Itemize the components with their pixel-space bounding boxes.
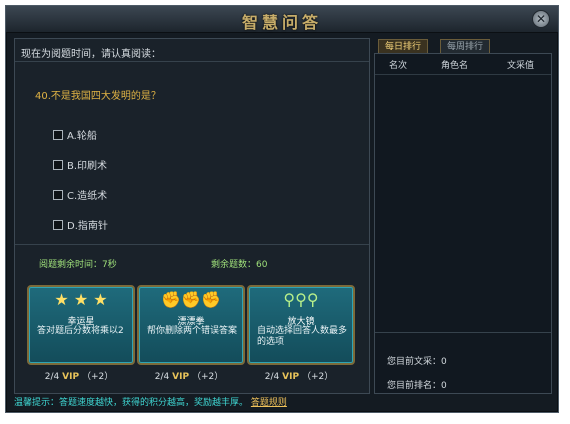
vip-bonus: （+2） [191, 372, 224, 382]
column-score: 文采值 [507, 61, 535, 71]
vip-bonus: （+2） [301, 372, 334, 382]
ranking-table-header: 名次 角色名 文采值 [375, 54, 551, 75]
remaining-label: 剩余题数： [211, 260, 257, 270]
tab-daily-ranking[interactable]: 每日排行 [378, 39, 429, 54]
remaining-value: 60 [256, 260, 268, 270]
ranking-panel: 名次 角色名 文采值 您目前文采：0 您目前排名：0 [374, 53, 552, 394]
vip-count: 2/4 [154, 372, 170, 382]
powerup-vip-count: 2/4 VIP （+2） [27, 369, 131, 382]
reading-time-label: 阅题剩余时间： [39, 260, 103, 270]
option-c-label: C.造纸术 [67, 191, 108, 202]
option-a-label: A.轮船 [67, 131, 97, 142]
powerup-magnifier[interactable]: ⚲⚲⚲ 放大镜 自动选择回答人数最多的选项 [247, 285, 355, 365]
tab-weekly-ranking[interactable]: 每周排行 [440, 39, 491, 54]
quiz-window: 智慧问答 ✕ 现在为阅题时间，请认真阅读： 40.不是我国四大发明的是？ A.轮… [5, 5, 559, 413]
my-score-label: 您目前文采： [387, 357, 442, 367]
star-icon: ★ ★ ★ [54, 290, 108, 309]
option-b[interactable]: B.印刷术 [53, 157, 107, 172]
powerup-vip-count: 2/4 VIP （+2） [247, 369, 351, 382]
vip-bonus: （+2） [81, 372, 114, 382]
option-d-checkbox[interactable] [53, 219, 63, 230]
quiz-rules-link[interactable]: 答题规则 [251, 398, 287, 408]
option-d-label: D.指南针 [67, 221, 108, 232]
my-score-value: 0 [441, 357, 447, 367]
option-b-checkbox[interactable] [53, 159, 63, 170]
column-rank: 名次 [389, 61, 408, 71]
close-button[interactable]: ✕ [532, 10, 550, 28]
powerup-lucky-star[interactable]: ★ ★ ★ 幸运星 答对题后分数将乘以2 [27, 285, 135, 365]
vip-count: 2/4 [44, 372, 60, 382]
my-rank-value: 0 [441, 381, 447, 391]
vip-count: 2/4 [264, 372, 280, 382]
option-a[interactable]: A.轮船 [53, 127, 97, 142]
vip-label: VIP [172, 372, 190, 382]
option-c[interactable]: C.造纸术 [53, 187, 107, 202]
my-rank-label: 您目前排名： [387, 381, 442, 391]
title-bar: 智慧问答 ✕ [6, 6, 558, 33]
reading-time-left: 阅题剩余时间：7秒 [39, 257, 117, 270]
question-panel: 现在为阅题时间，请认真阅读： 40.不是我国四大发明的是？ A.轮船 B.印刷术… [14, 38, 370, 394]
tip-text: 温馨提示：答题速度越快，获得的积分越高，奖励越丰厚。 [14, 398, 249, 408]
option-d[interactable]: D.指南针 [53, 217, 108, 232]
divider [15, 244, 369, 245]
vip-label: VIP [62, 372, 80, 382]
fist-icon: ✊✊✊ [161, 290, 221, 309]
close-icon: ✕ [535, 12, 547, 26]
powerup-vip-count: 2/4 VIP （+2） [137, 369, 241, 382]
divider [375, 332, 551, 333]
powerup-desc: 答对题后分数将乘以2 [37, 326, 124, 336]
powerup-desc: 帮你删除两个错误答案 [147, 326, 238, 336]
powerup-desc: 自动选择回答人数最多的选项 [257, 326, 348, 347]
reading-time-value: 7秒 [102, 260, 117, 270]
remaining-questions: 剩余题数：60 [211, 257, 267, 270]
column-name: 角色名 [441, 61, 469, 71]
option-c-checkbox[interactable] [53, 189, 63, 200]
reading-notice: 现在为阅题时间，请认真阅读： [21, 49, 161, 60]
divider [15, 61, 369, 62]
window-title: 智慧问答 [241, 13, 322, 32]
magnifier-icon: ⚲⚲⚲ [283, 290, 319, 309]
vip-label: VIP [282, 372, 300, 382]
powerup-fist[interactable]: ✊✊✊ 漂漂拳 帮你删除两个错误答案 [137, 285, 245, 365]
my-rank: 您目前排名：0 [387, 378, 447, 391]
option-a-checkbox[interactable] [53, 129, 63, 140]
option-b-label: B.印刷术 [67, 161, 108, 172]
question-text: 40.不是我国四大发明的是？ [35, 91, 161, 102]
tip-line: 温馨提示：答题速度越快，获得的积分越高，奖励越丰厚。 答题规则 [14, 395, 287, 408]
my-score: 您目前文采：0 [387, 354, 447, 367]
